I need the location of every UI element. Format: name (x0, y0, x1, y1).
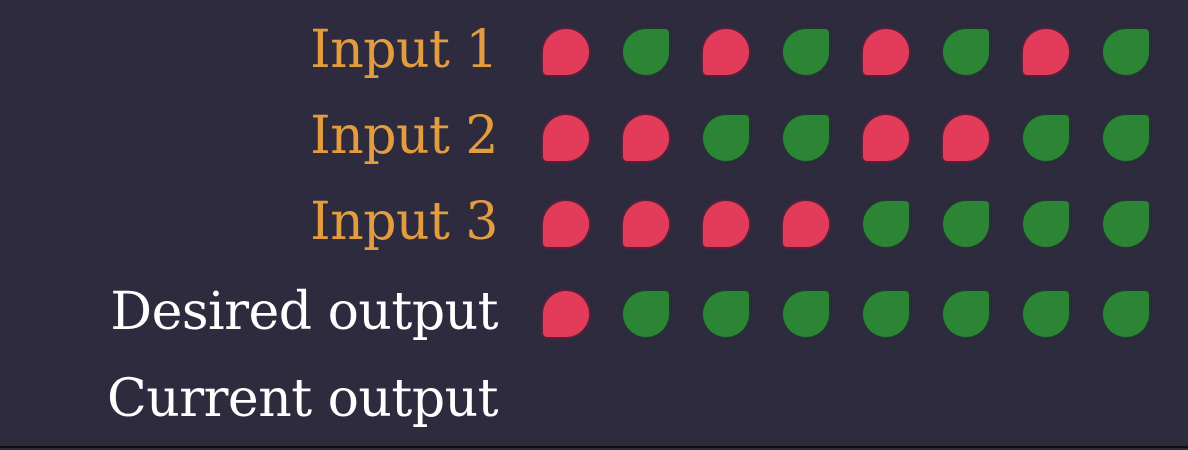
green-signal-dot (623, 29, 669, 75)
red-signal-dot (703, 29, 749, 75)
green-signal-dot (1103, 201, 1149, 247)
red-signal-dot (703, 201, 749, 247)
green-signal-dot (703, 115, 749, 161)
green-signal-dot (1103, 291, 1149, 337)
red-signal-dot (543, 201, 589, 247)
red-signal-dot (623, 115, 669, 161)
green-signal-dot (863, 201, 909, 247)
row-label-input-1: Input 1 (310, 19, 498, 80)
green-signal-dot (783, 291, 829, 337)
green-signal-dot (943, 201, 989, 247)
green-signal-dot (783, 29, 829, 75)
green-signal-dot (863, 291, 909, 337)
dots-desired-output (543, 291, 1153, 337)
red-signal-dot (543, 29, 589, 75)
green-signal-dot (943, 29, 989, 75)
red-signal-dot (863, 115, 909, 161)
red-signal-dot (1023, 29, 1069, 75)
red-signal-dot (783, 201, 829, 247)
red-signal-dot (863, 29, 909, 75)
green-signal-dot (623, 291, 669, 337)
dots-current-output (543, 378, 1153, 424)
row-input-3: Input 3 (0, 181, 1188, 267)
truth-table-panel: Input 1 Input 2 Input 3 Desired output C… (0, 0, 1188, 448)
dots-input-2 (543, 115, 1153, 161)
red-signal-dot (623, 201, 669, 247)
green-signal-dot (703, 291, 749, 337)
row-input-2: Input 2 (0, 95, 1188, 181)
green-signal-dot (783, 115, 829, 161)
row-current-output: Current output (0, 358, 1188, 444)
red-signal-dot (943, 115, 989, 161)
green-signal-dot (1103, 115, 1149, 161)
bottom-border (0, 446, 1188, 448)
green-signal-dot (943, 291, 989, 337)
green-signal-dot (1023, 291, 1069, 337)
row-label-input-2: Input 2 (310, 105, 498, 166)
dots-input-3 (543, 201, 1153, 247)
green-signal-dot (1023, 115, 1069, 161)
row-desired-output: Desired output (0, 271, 1188, 357)
dots-input-1 (543, 29, 1153, 75)
row-label-desired-output: Desired output (110, 281, 498, 342)
row-input-1: Input 1 (0, 9, 1188, 95)
row-label-input-3: Input 3 (310, 191, 498, 252)
green-signal-dot (1023, 201, 1069, 247)
row-label-current-output: Current output (106, 368, 499, 429)
red-signal-dot (543, 115, 589, 161)
red-signal-dot (543, 291, 589, 337)
green-signal-dot (1103, 29, 1149, 75)
